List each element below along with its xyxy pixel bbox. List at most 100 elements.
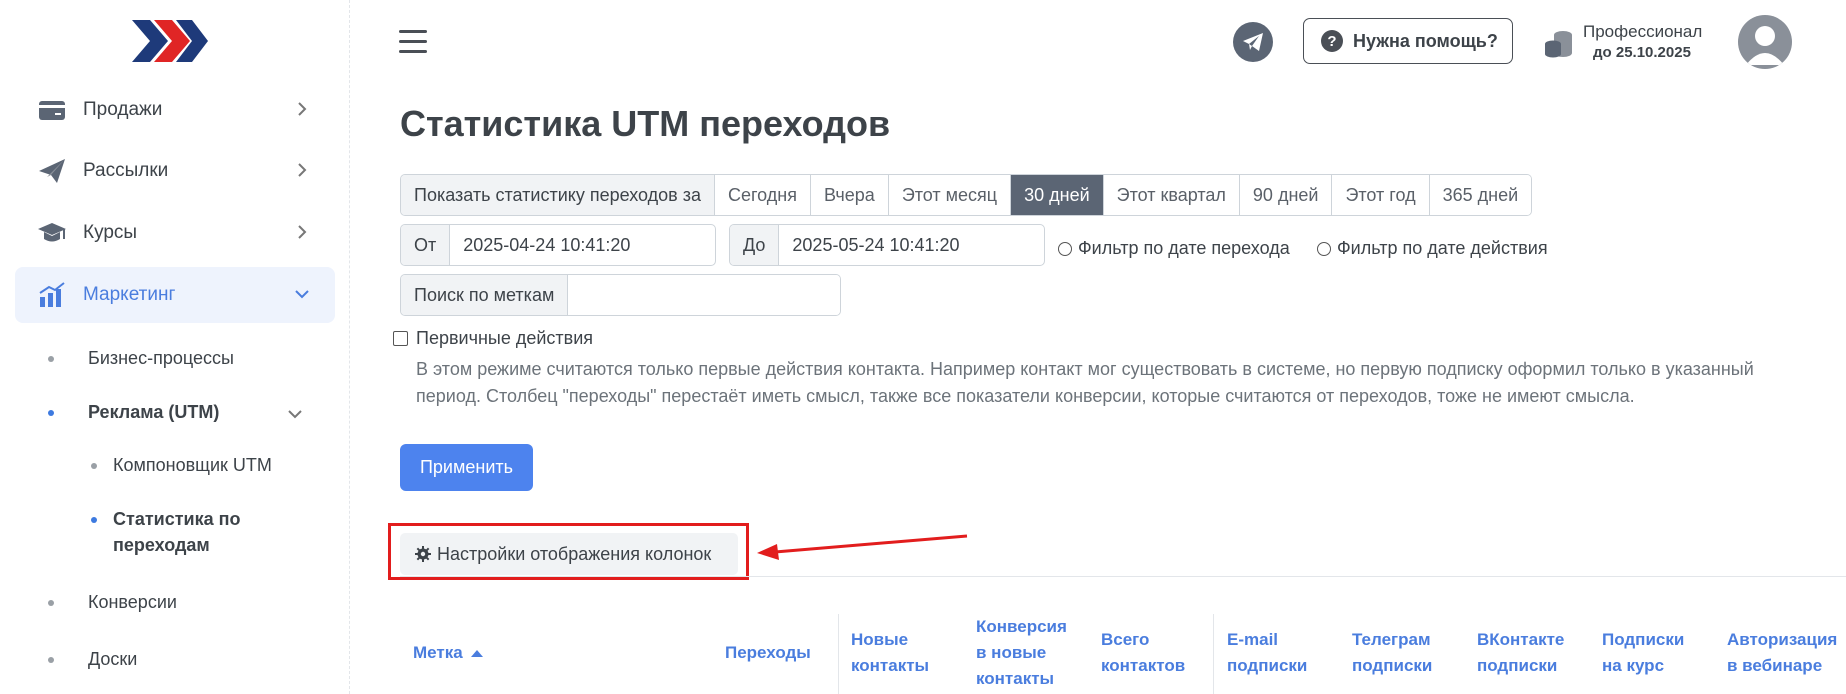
checkbox-box[interactable] — [393, 331, 408, 346]
sidebar: Продажи Рассылки Курсы Маркетинг Бизнес-… — [0, 0, 350, 694]
user-icon — [1746, 26, 1784, 65]
sort-up-icon — [471, 650, 484, 657]
column-header-vk-subs[interactable]: ВКонтакте подписки — [1477, 627, 1577, 679]
tag-search-group: Поиск по меткам — [400, 274, 841, 316]
sidebar-sub-label: переходам — [113, 535, 210, 555]
column-separator — [838, 614, 839, 694]
card-icon — [39, 101, 65, 120]
help-label: Нужна помощь? — [1353, 30, 1498, 51]
period-90-days-button[interactable]: 90 дней — [1239, 175, 1333, 215]
date-to-group: До — [729, 224, 1045, 266]
date-from-group: От — [400, 224, 716, 266]
sidebar-sub-conversions[interactable]: Конверсии — [0, 588, 340, 618]
radio-label: Фильтр по дате действия — [1337, 238, 1548, 258]
sidebar-item-sales[interactable]: Продажи — [15, 82, 335, 138]
radio-circle — [1317, 241, 1331, 256]
bullet-icon — [48, 600, 54, 606]
chevron-right-icon — [298, 163, 307, 177]
tag-search-input[interactable] — [568, 275, 840, 315]
column-settings-label: Настройки отображения колонок — [437, 543, 712, 564]
sidebar-sub-label: Конверсии — [88, 592, 177, 612]
menu-toggle-icon[interactable] — [399, 30, 427, 54]
plan-expiry: до 25.10.2025 — [1593, 44, 1691, 61]
sidebar-sub-label: Реклама (UTM) — [88, 402, 220, 422]
date-from-input[interactable] — [450, 225, 711, 265]
date-to-input[interactable] — [779, 225, 1040, 265]
page-title: Статистика UTM переходов — [400, 103, 891, 144]
period-this-quarter-button[interactable]: Этот квартал — [1103, 175, 1240, 215]
telegram-button[interactable] — [1233, 22, 1273, 62]
column-header-conversion[interactable]: Конверсия в новые контакты — [976, 614, 1076, 692]
column-settings-button[interactable]: Настройки отображения колонок — [400, 533, 738, 575]
sidebar-item-label: Курсы — [83, 222, 138, 243]
period-365-days-button[interactable]: 365 дней — [1429, 175, 1532, 215]
apply-button[interactable]: Применить — [400, 444, 533, 491]
primary-actions-checkbox[interactable]: Первичные действия — [393, 328, 593, 349]
period-prefix: Показать статистику переходов за — [401, 175, 715, 215]
plan-info[interactable]: Профессионал до 25.10.2025 — [1543, 22, 1723, 64]
logo-icon[interactable] — [130, 18, 210, 64]
avatar[interactable] — [1738, 15, 1792, 69]
chevron-right-icon — [298, 225, 307, 239]
divider — [400, 576, 1846, 577]
filter-by-click-date-radio[interactable]: Фильтр по дате перехода — [1058, 238, 1290, 259]
sidebar-sub-builder[interactable]: Компоновщик UTM — [0, 451, 340, 481]
sidebar-sub-label: Бизнес-процессы — [88, 348, 234, 368]
radio-circle — [1058, 241, 1072, 256]
paper-plane-icon — [39, 159, 65, 183]
chevron-down-icon — [288, 410, 302, 419]
sidebar-sub-business[interactable]: Бизнес-процессы — [0, 344, 340, 374]
sidebar-item-marketing[interactable]: Маркетинг — [15, 267, 335, 323]
tag-search-label: Поиск по меткам — [401, 275, 569, 315]
graduation-cap-icon — [38, 223, 66, 242]
column-header-webinar-auth[interactable]: Авторизация в вебинаре — [1727, 627, 1845, 679]
annotation-arrow-icon — [757, 534, 968, 560]
column-header-email-subs[interactable]: E-mail подписки — [1227, 627, 1327, 679]
primary-actions-description: В этом режиме считаются только первые де… — [416, 359, 1754, 406]
radio-label: Фильтр по дате перехода — [1078, 238, 1290, 258]
sidebar-item-label: Рассылки — [83, 160, 169, 181]
sidebar-item-label: Маркетинг — [83, 284, 176, 305]
bullet-icon — [91, 517, 97, 523]
sidebar-sub-boards[interactable]: Доски — [0, 645, 340, 675]
period-selector: Показать статистику переходов за Сегодня… — [400, 174, 1533, 216]
help-button[interactable]: ? Нужна помощь? — [1303, 18, 1513, 64]
period-yesterday-button[interactable]: Вчера — [811, 175, 889, 215]
checkbox-label: Первичные действия — [416, 328, 594, 348]
chevron-right-icon — [298, 102, 307, 116]
sidebar-item-courses[interactable]: Курсы — [15, 205, 335, 261]
sidebar-sub-stats[interactable]: Статистика по переходам — [0, 505, 340, 561]
column-header-total-contacts[interactable]: Всего контактов — [1101, 627, 1201, 679]
column-header-label: Метка — [413, 643, 463, 662]
sidebar-sub-label: Доски — [88, 649, 138, 669]
gear-icon — [415, 546, 431, 562]
bullet-icon — [48, 657, 54, 663]
plan-name: Профессионал — [1583, 22, 1703, 41]
period-this-month-button[interactable]: Этот месяц — [888, 175, 1012, 215]
bullet-icon — [48, 356, 54, 362]
question-icon: ? — [1321, 30, 1343, 52]
chart-icon — [39, 282, 65, 307]
column-header-new-contacts[interactable]: Новые контакты — [851, 627, 951, 679]
sidebar-item-label: Продажи — [83, 99, 163, 120]
column-separator — [1213, 614, 1214, 694]
column-header-course-subs[interactable]: Подписки на курс — [1602, 627, 1702, 679]
date-from-label: От — [401, 225, 451, 265]
bullet-icon — [91, 463, 97, 469]
column-header-tag[interactable]: Метка — [413, 640, 484, 666]
sidebar-sub-label: Статистика по — [113, 509, 241, 529]
bullet-icon — [48, 410, 54, 416]
telegram-icon — [1243, 33, 1263, 51]
sidebar-sub-ads[interactable]: Реклама (UTM) — [0, 398, 340, 428]
column-header-telegram-subs[interactable]: Телеграм подписки — [1352, 627, 1452, 679]
date-to-label: До — [730, 225, 780, 265]
sidebar-sub-label: Компоновщик UTM — [113, 455, 272, 475]
chevron-down-icon — [295, 290, 309, 299]
period-this-year-button[interactable]: Этот год — [1332, 175, 1430, 215]
period-today-button[interactable]: Сегодня — [715, 175, 811, 215]
filter-by-action-date-radio[interactable]: Фильтр по дате действия — [1317, 238, 1548, 259]
coins-icon — [1545, 31, 1572, 58]
sidebar-item-mailings[interactable]: Рассылки — [15, 143, 335, 199]
period-30-days-button[interactable]: 30 дней — [1011, 175, 1104, 215]
column-header-clicks[interactable]: Переходы — [725, 640, 811, 666]
